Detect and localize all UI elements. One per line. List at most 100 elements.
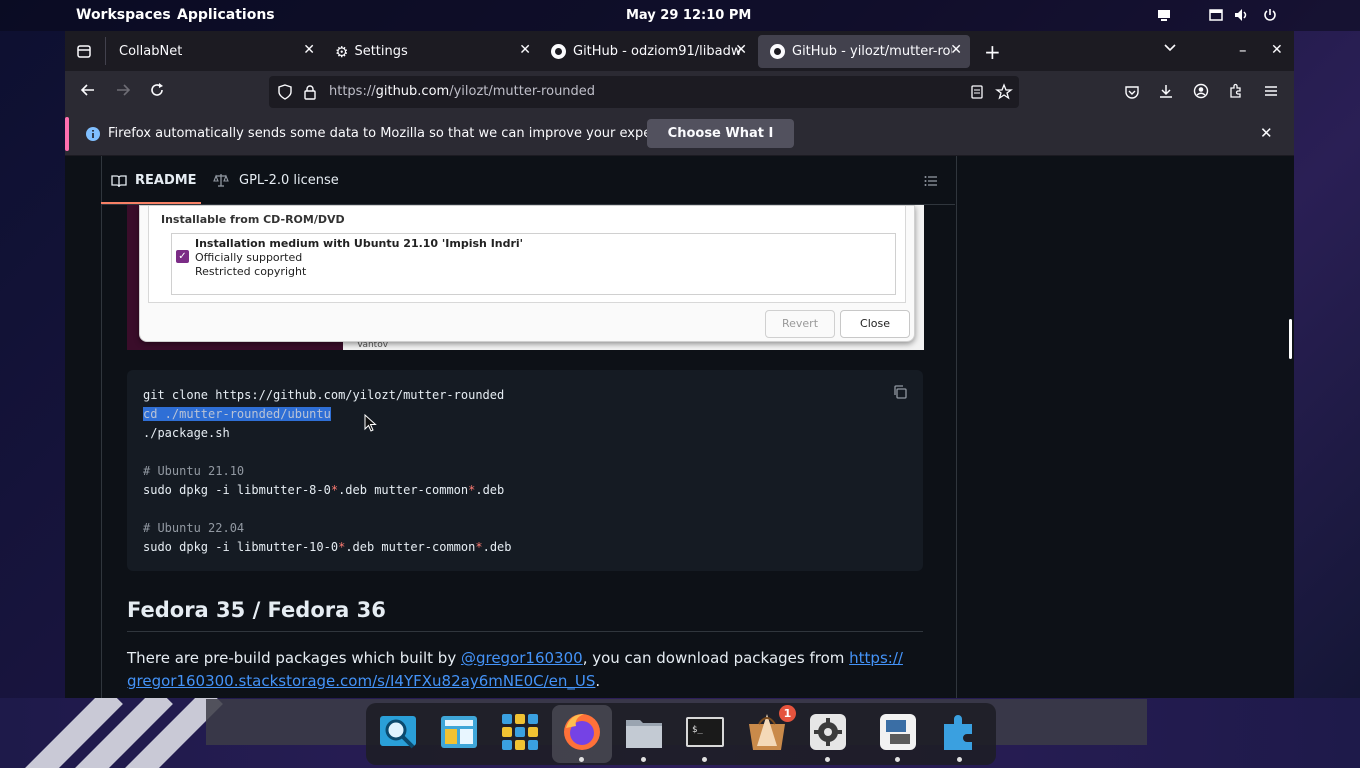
pocket-icon[interactable] <box>1124 84 1140 104</box>
source-status: Officially supported <box>195 251 303 264</box>
section-heading: Installable from CD-ROM/DVD <box>161 213 345 226</box>
choose-what-i-share-button[interactable]: Choose What I Share <box>647 119 794 170</box>
url-domain: github.com <box>375 84 450 99</box>
url-text[interactable]: https://github.com/yilozt/mutter-rounded <box>329 84 595 99</box>
code-segment: .deb <box>482 540 512 554</box>
code-line: sudo dpkg -i libmutter-10-0 *.deb mutter-… <box>143 540 512 554</box>
source-copyright: Restricted copyright <box>195 265 307 278</box>
gregor-profile-link[interactable]: @gregor160300 <box>461 649 583 667</box>
readme-screenshot-image: Vantov Installable from CD-ROM/DVD ✓ Ins… <box>127 205 924 350</box>
stackstorage-link[interactable]: gregor160300.stackstorage.com/s/I4YFXu82… <box>127 672 595 690</box>
menu-icon[interactable] <box>1263 83 1279 103</box>
settings-icon[interactable] <box>806 710 850 754</box>
volume-icon[interactable] <box>1233 7 1249 23</box>
firefox-icon[interactable] <box>560 710 604 754</box>
revert-button[interactable]: Revert <box>765 310 835 338</box>
code-comment: # Ubuntu 22.04 <box>143 521 245 535</box>
code-segment: sudo dpkg -i libmutter-10-0 <box>143 540 339 554</box>
tab-collabnet[interactable]: CollabNet ✕ <box>107 35 323 68</box>
system-top-bar: Workspaces Applications May 29 12:10 PM <box>0 0 1360 31</box>
tab-settings[interactable]: ⚙ Settings ✕ <box>323 35 539 68</box>
shield-icon[interactable] <box>277 84 293 104</box>
svg-text:$_: $_ <box>692 725 703 735</box>
paragraph-text: There are pre-build packages which built… <box>127 649 461 667</box>
power-icon[interactable] <box>1262 7 1278 23</box>
page-scrollbar[interactable] <box>1289 319 1292 359</box>
readme-tab[interactable]: README <box>135 173 197 188</box>
close-tab-icon[interactable]: ✕ <box>519 42 531 58</box>
workspaces-menu[interactable]: Workspaces <box>76 7 171 23</box>
bookmark-star-icon[interactable] <box>995 83 1013 105</box>
files-icon[interactable] <box>622 710 666 754</box>
new-tab-button[interactable]: + <box>984 40 1001 64</box>
gear-icon: ⚙ <box>335 42 349 61</box>
display-icon[interactable] <box>1156 7 1172 23</box>
url-bar[interactable]: https://github.com/yilozt/mutter-rounded <box>269 76 1019 108</box>
info-icon <box>85 126 101 146</box>
github-page: README GPL-2.0 license Vantov Installabl… <box>65 156 1294 698</box>
running-indicator <box>702 757 707 762</box>
clock[interactable]: May 29 12:10 PM <box>626 8 751 23</box>
running-indicator <box>895 757 900 762</box>
code-segment: sudo dpkg -i libmutter-8-0 <box>143 483 331 497</box>
code-block: git clone https://github.com/yilozt/mutt… <box>127 370 923 571</box>
tweaks-app-icon[interactable] <box>876 710 920 754</box>
terminal-icon[interactable]: $_ <box>683 710 727 754</box>
outline-list-icon[interactable] <box>923 173 939 193</box>
reader-view-icon[interactable] <box>969 84 985 104</box>
code-segment: .deb mutter-common <box>345 540 476 554</box>
tab-label: Settings <box>354 44 408 59</box>
code-line-selected: cd ./mutter-rounded/ubuntu <box>143 407 331 421</box>
firefox-view-icon[interactable] <box>76 43 92 59</box>
close-button[interactable]: Close <box>840 310 910 338</box>
close-window-button[interactable]: ✕ <box>1271 42 1283 58</box>
code-line: ./package.sh <box>143 426 230 440</box>
notification-message: Firefox automatically sends some data to… <box>108 126 696 141</box>
downloads-icon[interactable] <box>1158 83 1174 103</box>
back-button[interactable] <box>78 82 98 103</box>
notification-bar: Firefox automatically sends some data to… <box>65 113 1294 170</box>
github-icon <box>770 44 785 59</box>
paragraph-text: , you can download packages from <box>582 649 850 667</box>
close-tab-icon[interactable]: ✕ <box>303 42 315 58</box>
applications-menu[interactable]: Applications <box>177 7 275 23</box>
paragraph-text: . <box>595 672 601 690</box>
close-notification-icon[interactable]: ✕ <box>1260 124 1273 142</box>
tab-github-mutter-rounded[interactable]: GitHub - yilozt/mutter-roun ✕ <box>758 35 970 68</box>
close-tab-icon[interactable]: ✕ <box>950 42 962 58</box>
tab-divider <box>105 37 106 65</box>
account-icon[interactable] <box>1193 83 1209 103</box>
forward-button[interactable] <box>113 82 133 103</box>
reload-button[interactable] <box>147 82 167 103</box>
app-grid-icon[interactable] <box>498 710 542 754</box>
code-glob: * <box>475 540 483 554</box>
source-list: ✓ Installation medium with Ubuntu 21.10 … <box>171 233 896 295</box>
code-segment: .deb <box>475 483 505 497</box>
minimize-button[interactable]: – <box>1239 41 1247 59</box>
tab-label: GitHub - odziom91/libadwa <box>573 44 741 59</box>
window-manager-app-icon[interactable] <box>437 710 481 754</box>
search-app-icon[interactable] <box>376 710 420 754</box>
screen-icon[interactable] <box>1208 7 1224 23</box>
copy-icon[interactable] <box>892 384 908 403</box>
code-comment: # Ubuntu 21.10 <box>143 464 245 478</box>
tab-label: GitHub - yilozt/mutter-roun <box>792 44 952 59</box>
tab-github-libadwaita[interactable]: GitHub - odziom91/libadwa ✕ <box>539 35 755 68</box>
running-indicator <box>825 757 830 762</box>
extensions-app-icon[interactable] <box>938 710 982 754</box>
tab-bar: CollabNet ✕ ⚙ Settings ✕ GitHub - odziom… <box>65 31 1294 71</box>
code-segment: .deb mutter-common <box>338 483 469 497</box>
stackstorage-link[interactable]: https:// <box>849 649 903 667</box>
extensions-icon[interactable] <box>1228 83 1244 103</box>
lock-icon[interactable] <box>303 84 317 104</box>
license-tab[interactable]: GPL-2.0 license <box>239 173 339 188</box>
mouse-cursor-icon <box>364 413 378 437</box>
list-all-tabs-icon[interactable] <box>1163 41 1177 59</box>
book-icon <box>111 173 127 193</box>
notification-accent <box>65 117 69 151</box>
tab-label: CollabNet <box>119 44 183 59</box>
software-sources-dialog: Installable from CD-ROM/DVD ✓ Installati… <box>139 205 915 342</box>
close-tab-icon[interactable]: ✕ <box>735 42 747 58</box>
checkbox-checked[interactable]: ✓ <box>176 250 189 263</box>
fedora-paragraph: There are pre-build packages which built… <box>127 647 917 693</box>
